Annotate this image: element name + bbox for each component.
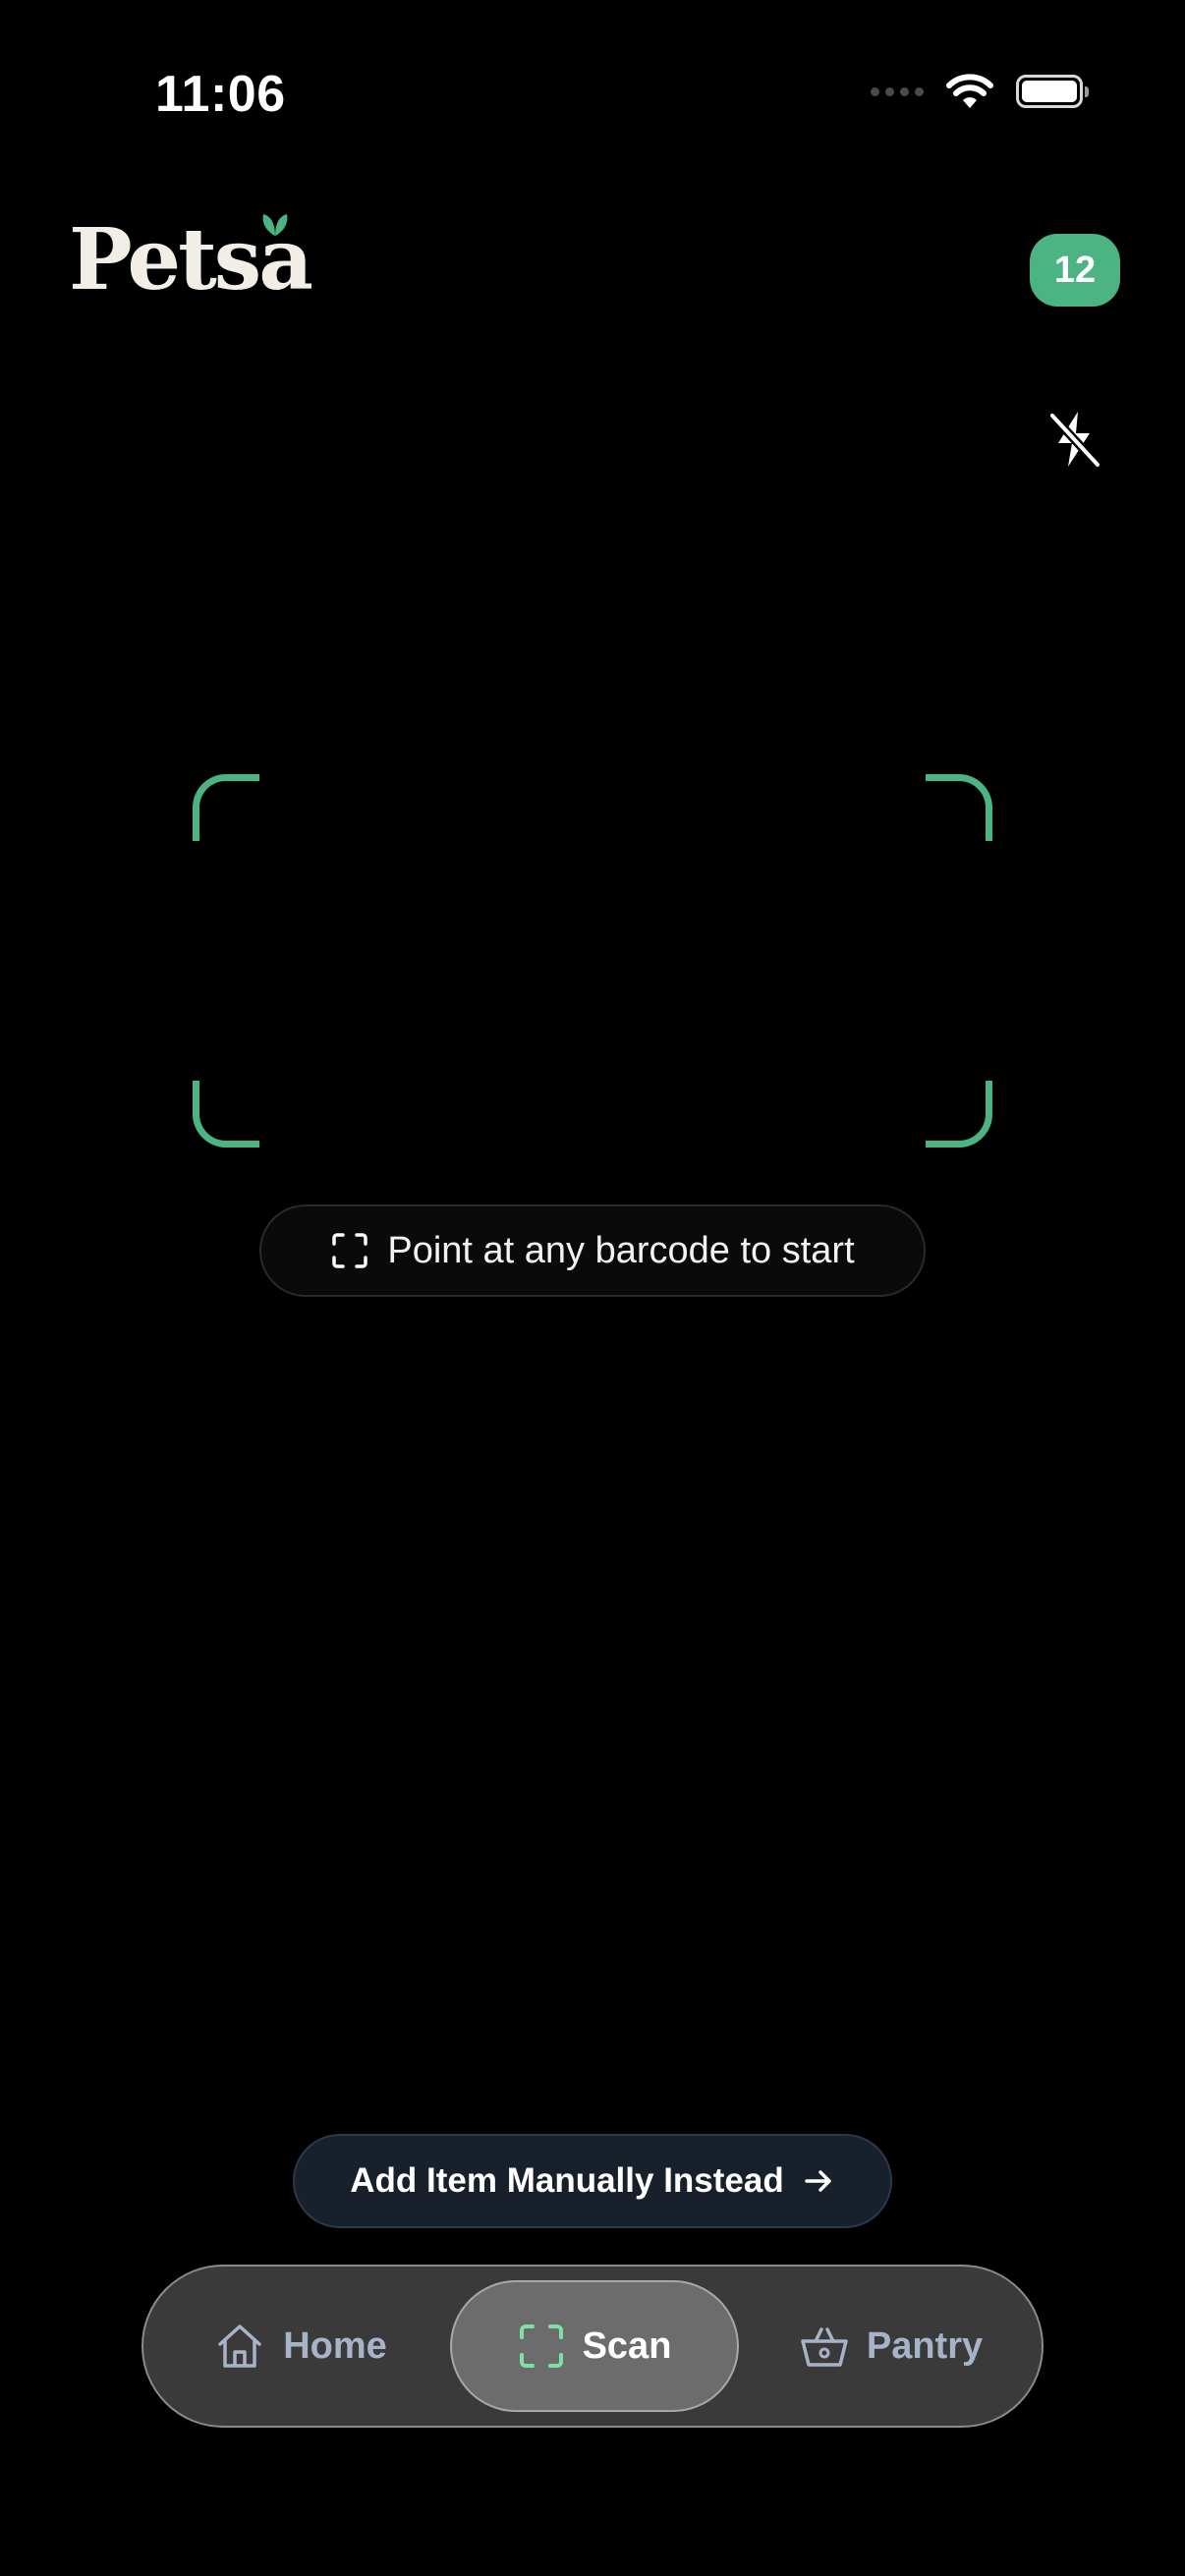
tab-home-label: Home bbox=[283, 2324, 387, 2367]
scan-frame-corner-top-left bbox=[193, 774, 259, 841]
flash-toggle-button[interactable] bbox=[1040, 405, 1108, 474]
scan-frame-corner-bottom-left bbox=[193, 1081, 259, 1148]
battery-icon bbox=[1016, 75, 1089, 108]
tab-bar: Home Scan Pantry bbox=[141, 2265, 1044, 2428]
add-item-manually-label: Add Item Manually Instead bbox=[350, 2161, 784, 2200]
notification-badge[interactable]: 12 bbox=[1030, 234, 1120, 307]
tab-pantry-label: Pantry bbox=[866, 2324, 984, 2367]
tab-home[interactable]: Home bbox=[173, 2280, 428, 2412]
scan-frame-icon bbox=[332, 1233, 368, 1268]
tab-scan-label: Scan bbox=[582, 2324, 672, 2367]
status-icons bbox=[871, 73, 1089, 110]
wifi-icon bbox=[946, 74, 993, 108]
tab-pantry[interactable]: Pantry bbox=[759, 2280, 1024, 2412]
app-logo: Petsa bbox=[69, 214, 313, 305]
add-item-manually-button[interactable]: Add Item Manually Instead bbox=[293, 2134, 892, 2228]
flash-off-icon bbox=[1047, 411, 1102, 470]
arrow-right-icon bbox=[804, 2170, 831, 2192]
scan-hint: Point at any barcode to start bbox=[259, 1204, 926, 1297]
leaf-icon bbox=[262, 214, 288, 236]
status-time: 11:06 bbox=[155, 66, 286, 123]
tab-scan[interactable]: Scan bbox=[450, 2280, 739, 2412]
cellular-signal-icon bbox=[871, 86, 924, 96]
home-icon bbox=[218, 2324, 261, 2368]
scan-icon bbox=[519, 2324, 563, 2368]
scan-hint-text: Point at any barcode to start bbox=[387, 1229, 855, 1271]
basket-icon bbox=[801, 2327, 848, 2367]
scan-frame-corner-bottom-right bbox=[926, 1081, 992, 1148]
scan-frame-corner-top-right bbox=[926, 774, 992, 841]
